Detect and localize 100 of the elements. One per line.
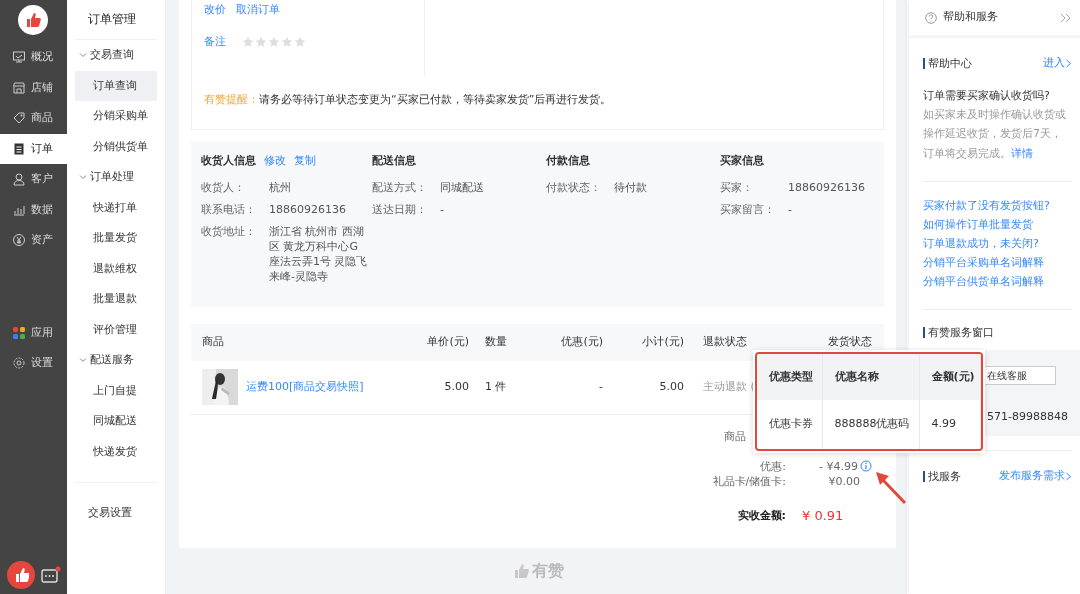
- column-header: 小计(元): [611, 324, 692, 361]
- field-label: 收货人：: [201, 180, 246, 196]
- summary-label: 优惠:: [759, 458, 786, 474]
- column-header: 单价(元): [399, 324, 477, 361]
- field-value: 18860926136: [788, 180, 866, 196]
- chevron-down-icon: [78, 51, 87, 60]
- action-link[interactable]: 取消订单: [236, 1, 280, 19]
- field-value: 同城配送: [440, 180, 485, 196]
- nav-item[interactable]: 商品: [0, 103, 67, 134]
- help-link[interactable]: 如何操作订单批量发货: [923, 215, 1072, 234]
- summary-value: ¥0.00: [828, 473, 860, 489]
- sidebar-item[interactable]: 退款维权: [74, 253, 157, 284]
- sidebar-item[interactable]: 快递发货: [74, 436, 157, 467]
- table-cell: 888888优惠码: [822, 400, 919, 449]
- nav-item[interactable]: 客户: [0, 164, 67, 195]
- group-header[interactable]: 交易查询: [74, 40, 157, 71]
- summary-label: 商品: [723, 428, 746, 444]
- remark-link[interactable]: 备注: [204, 33, 226, 51]
- nav-item[interactable]: 数据: [0, 194, 67, 225]
- reminder-text: 有赞提醒：请务必等待订单状态变更为“买家已付款，等待卖家发货”后再进行发货。: [203, 92, 613, 108]
- phone-number: 571-89988848: [987, 409, 1069, 425]
- star-icon: [281, 36, 293, 48]
- field-label: 收货地址：: [201, 224, 257, 240]
- section-title: 找服务: [923, 470, 961, 482]
- help-link[interactable]: 分销平台采购单名词解释: [923, 253, 1072, 272]
- settings-icon: [12, 356, 26, 371]
- sidebar-item[interactable]: 评价管理: [74, 314, 157, 345]
- star-icon: [268, 36, 280, 48]
- chevron-down-icon: [78, 356, 87, 365]
- question-text: 订单需要买家确认收货吗?: [923, 87, 1051, 104]
- sidebar-item[interactable]: 批量退款: [74, 284, 157, 315]
- chevron-right-icon: [1065, 58, 1072, 68]
- chevron-down-icon: [78, 173, 87, 182]
- field-label: 送达日期：: [372, 202, 428, 218]
- section-title: 帮助中心: [923, 57, 972, 69]
- nav-item[interactable]: 店铺: [0, 72, 67, 103]
- help-link[interactable]: 订单退款成功，未关闭?: [923, 234, 1072, 253]
- info-icon: [860, 460, 872, 472]
- store-icon: [12, 80, 26, 95]
- column-header: 金额(元): [919, 354, 981, 400]
- summary-label: 礼品卡/储值卡:: [712, 473, 786, 489]
- column-header: 优惠(元): [529, 324, 611, 361]
- sidebar-item[interactable]: 同城配送: [74, 406, 157, 437]
- star-icon: [242, 36, 254, 48]
- field-label: 配送方式：: [372, 180, 428, 196]
- section-title: 买家信息: [720, 154, 764, 168]
- sidebar-item[interactable]: 分销供货单: [74, 131, 157, 162]
- star-icon: [294, 36, 306, 48]
- field-label: 联系电话：: [201, 202, 257, 218]
- help-link[interactable]: 分销平台供货单名词解释: [923, 272, 1072, 291]
- nav-item[interactable]: 资产: [0, 225, 67, 256]
- double-chevron-icon: [1060, 12, 1072, 23]
- sidebar-item[interactable]: 分销采购单: [74, 101, 157, 132]
- section-link[interactable]: 发布服务需求: [999, 468, 1072, 485]
- product-link[interactable]: 运费100[商品交易快照]: [246, 379, 364, 396]
- field-value: -: [440, 202, 445, 218]
- thumbs-up-icon: [24, 11, 43, 29]
- sidebar-item[interactable]: 交易设置: [74, 498, 157, 529]
- sidebar-title: 订单管理: [74, 0, 157, 40]
- sidebar-item[interactable]: 订单查询: [74, 70, 157, 101]
- yuan-icon: [12, 233, 26, 248]
- column-header: 优惠名称: [822, 354, 919, 400]
- sidebar-item[interactable]: 上门自提: [74, 375, 157, 406]
- table-cell: 5.00: [399, 361, 477, 414]
- apps-icon: [12, 325, 26, 340]
- help-link[interactable]: 买家付款了没有发货按钮?: [923, 196, 1072, 215]
- float-button[interactable]: [7, 561, 35, 589]
- document-icon: [12, 141, 26, 156]
- table-cell: -: [529, 361, 611, 414]
- sidebar-item[interactable]: 批量发货: [74, 223, 157, 254]
- field-label: 付款状态：: [546, 180, 602, 196]
- user-icon: [12, 172, 26, 187]
- panel-title: 帮助和服务: [943, 9, 998, 26]
- field-value: 待付款: [614, 180, 648, 196]
- section-title: 有赞服务窗口: [923, 327, 994, 338]
- nav-item[interactable]: 设置: [0, 348, 67, 379]
- field-value: 18860926136: [269, 202, 347, 218]
- table-cell: 5.00: [611, 361, 692, 414]
- group-header[interactable]: 订单处理: [74, 162, 157, 193]
- footer-logo: 有赞: [511, 559, 564, 583]
- help-icon: [925, 11, 937, 24]
- logo[interactable]: [18, 5, 49, 35]
- nav-item[interactable]: 订单: [0, 133, 67, 164]
- column-header: 数量: [477, 324, 529, 361]
- chat-icon: [41, 566, 61, 584]
- total-amount: ¥ 0.91: [801, 507, 845, 523]
- online-service-button[interactable]: 在线客服: [984, 366, 1056, 385]
- total-label: 实收金额:: [736, 507, 786, 523]
- table-cell: 1 件: [477, 361, 529, 414]
- action-link[interactable]: 改价: [204, 1, 226, 19]
- detail-link[interactable]: 详情: [1011, 146, 1033, 160]
- tag-icon: [12, 111, 26, 126]
- table-cell: 优惠卡券: [757, 400, 822, 449]
- section-link[interactable]: 进入: [1043, 55, 1072, 72]
- sidebar-item[interactable]: 快递打单: [74, 192, 157, 223]
- section-title: 付款信息: [546, 154, 590, 168]
- nav-item[interactable]: 应用: [0, 317, 67, 348]
- nav-item[interactable]: 概况: [0, 42, 67, 73]
- group-header[interactable]: 配送服务: [74, 345, 157, 376]
- chevron-right-icon: [1065, 471, 1072, 481]
